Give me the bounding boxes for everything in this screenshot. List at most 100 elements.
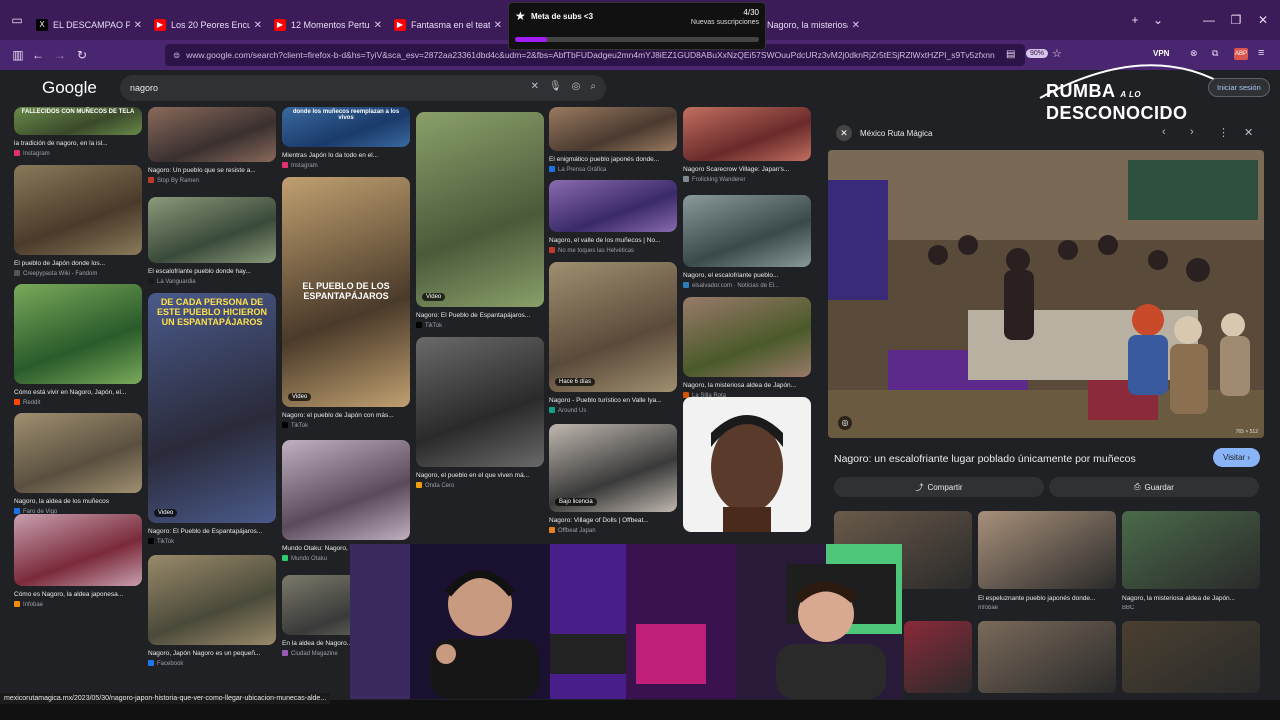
close-panel-icon[interactable]: ✕ — [1244, 126, 1253, 139]
result-title[interactable]: El pueblo de Japón donde los... — [14, 260, 142, 267]
image-result-card[interactable]: Hace 6 días Nagoro - Pueblo turístico en … — [549, 262, 677, 422]
back-icon[interactable]: ← — [28, 45, 48, 65]
image-result-card[interactable]: EL PUEBLO DE LOS ESPANTAPÁJAROS Video Nago… — [282, 177, 410, 437]
search-icon[interactable]: ⌕ — [590, 81, 596, 92]
clear-icon[interactable]: ✕ — [531, 81, 539, 92]
result-thumbnail[interactable] — [148, 107, 276, 162]
sidebar-icon[interactable]: ▥ — [8, 45, 28, 65]
image-result-card[interactable]: Cómo es Nagoro, la aldea japonesa... Info… — [14, 514, 142, 616]
google-logo[interactable]: Google — [42, 78, 97, 98]
forward-icon[interactable]: → — [50, 45, 70, 65]
result-thumbnail[interactable] — [683, 195, 811, 267]
image-result-card[interactable]: El pueblo de Japón donde los... Creepypas… — [14, 165, 142, 285]
image-result-card[interactable]: Nagoro: Un pueblo que se resiste a... Sto… — [148, 107, 276, 192]
search-box[interactable]: nagoro ✕ 🎙 ◎ ⌕ — [120, 75, 606, 101]
related-thumbnail[interactable] — [904, 621, 972, 693]
image-result-card[interactable]: Nagoro, la misteriosa aldea de Japón... L… — [683, 297, 811, 407]
tab-1[interactable]: ▶ Los 20 Peores Encuentros ✕ — [148, 10, 268, 40]
image-result-card[interactable]: Nagoro, el valle de los muñecos | No... N… — [549, 180, 677, 262]
search-query[interactable]: nagoro — [130, 83, 158, 93]
preview-source[interactable]: México Ruta Mágica — [860, 129, 932, 138]
close-tab-icon[interactable]: ✕ — [494, 20, 502, 31]
result-title[interactable]: Nagoro: el pueblo de Japón con más... — [282, 412, 410, 419]
result-title[interactable]: El enigmático pueblo japonés donde... — [549, 156, 677, 163]
related-image-card[interactable] — [1122, 621, 1260, 693]
sign-in-button[interactable]: Iniciar sesión — [1208, 78, 1270, 97]
image-result-card[interactable]: Nagoro, el escalofriante pueblo... elsalv… — [683, 195, 811, 297]
result-thumbnail[interactable] — [14, 413, 142, 493]
related-title[interactable]: Nagoro, la misteriosa aldea de Japón... — [1122, 595, 1260, 602]
image-result-card[interactable]: Bajo licencia Nagoro: Village of Dolls | … — [549, 424, 677, 542]
result-title[interactable]: Nagoro: Village of Dolls | Offbeat... — [549, 517, 677, 524]
image-result-card[interactable] — [683, 397, 811, 532]
lens-icon[interactable]: ◎ — [572, 81, 581, 92]
result-title[interactable]: Nagoro: El Pueblo de Espantapájaros... — [416, 312, 544, 319]
close-tab-icon[interactable]: ✕ — [852, 20, 860, 31]
image-result-card[interactable]: Nagoro Scarecrow Village: Japan's... Frol… — [683, 107, 811, 191]
tab-0[interactable]: X EL DESCAMPAO Podc ✕ — [30, 10, 148, 40]
reader-view-icon[interactable]: ▤ — [1006, 49, 1015, 60]
mic-icon[interactable]: 🎙 — [549, 81, 562, 92]
result-title[interactable]: Nagoro Scarecrow Village: Japan's... — [683, 166, 811, 173]
result-title[interactable]: Mientras Japón lo da todo en el... — [282, 152, 410, 159]
save-button[interactable]: ⎙ Guardar — [1049, 477, 1259, 497]
close-window-icon[interactable]: ✕ — [1250, 7, 1276, 33]
result-title[interactable]: Nagoro, la misteriosa aldea de Japón... — [683, 382, 811, 389]
image-result-card[interactable]: Nagoro, el pueblo en el que viven má... O… — [416, 337, 544, 497]
result-thumbnail[interactable] — [416, 337, 544, 467]
result-thumbnail[interactable] — [683, 107, 811, 161]
share-button[interactable]: ⤴ Compartir — [834, 477, 1044, 497]
lens-search-icon[interactable]: ◎ — [838, 416, 852, 430]
result-thumbnail[interactable] — [683, 297, 811, 377]
image-result-card[interactable]: donde los muñecos reemplazan a los vivos… — [282, 107, 410, 177]
maximize-icon[interactable]: ❐ — [1223, 7, 1249, 33]
preview-image[interactable]: ◎ 765 × 512 — [828, 150, 1264, 438]
result-title[interactable]: Nagoro, el valle de los muñecos | No... — [549, 237, 677, 244]
portrait-thumbnail[interactable] — [683, 397, 811, 532]
image-result-card[interactable]: El escalofriante pueblo donde hay... La V… — [148, 197, 276, 293]
result-title[interactable]: Cómo está vivir en Nagoro, Japón, el... — [14, 389, 142, 396]
result-thumbnail[interactable] — [148, 555, 276, 645]
minimize-icon[interactable]: — — [1196, 7, 1222, 33]
related-image-card[interactable] — [978, 621, 1116, 693]
image-result-card[interactable]: FALLECIDOS CON MUÑECOS DE TELA la tradici… — [14, 107, 142, 165]
image-result-card[interactable]: El enigmático pueblo japonés donde... La … — [549, 107, 677, 181]
related-title[interactable]: El espeluznante pueblo japonés donde... — [978, 595, 1116, 602]
related-thumbnail[interactable] — [978, 621, 1116, 693]
tab-list-chevron-icon[interactable]: ⌄ — [1145, 7, 1171, 33]
result-thumbnail[interactable] — [549, 180, 677, 232]
adblock-icon[interactable]: ABP — [1234, 48, 1248, 60]
visit-button[interactable]: Visitar › — [1213, 448, 1260, 467]
result-thumbnail[interactable] — [416, 112, 544, 307]
preview-title[interactable]: Nagoro: un escalofriante lugar poblado ú… — [834, 453, 1136, 465]
image-result-card[interactable]: Video Nagoro: El Pueblo de Espantapájaros… — [416, 112, 544, 337]
related-image-card[interactable]: Nagoro, la misteriosa aldea de Japón... B… — [1122, 511, 1260, 615]
related-image-card[interactable]: El espeluznante pueblo japonés donde... I… — [978, 511, 1116, 615]
site-info-icon[interactable]: ⊜ — [173, 50, 180, 61]
image-result-card[interactable]: Nagoro, Japón Nagoro es un pequeñ... Face… — [148, 555, 276, 675]
result-title[interactable]: Nagoro: Un pueblo que se resiste a... — [148, 167, 276, 174]
result-thumbnail[interactable] — [148, 197, 276, 263]
result-thumbnail[interactable] — [14, 514, 142, 586]
result-title[interactable]: la tradición de nagoro, en la isl... — [14, 140, 142, 147]
result-thumbnail[interactable] — [282, 440, 410, 540]
related-thumbnail[interactable] — [1122, 511, 1260, 589]
result-title[interactable]: Nagoro - Pueblo turístico en Valle Iya..… — [549, 397, 677, 404]
image-result-card[interactable]: DE CADA PERSONA DE ESTE PUEBLO HICIERON … — [148, 293, 276, 553]
result-thumbnail[interactable] — [14, 165, 142, 255]
tab-2[interactable]: ▶ 12 Momentos Perturbad ✕ — [268, 10, 388, 40]
related-image-card[interactable] — [904, 621, 972, 693]
related-thumbnail[interactable] — [978, 511, 1116, 589]
result-thumbnail[interactable] — [549, 262, 677, 392]
related-thumbnail[interactable] — [1122, 621, 1260, 693]
image-result-card[interactable]: Nagoro, la aldea de los muñecos Faro de V… — [14, 413, 142, 523]
result-title[interactable]: Nagoro: El Pueblo de Espantapájaros... — [148, 528, 276, 535]
result-title[interactable]: Nagoro, el escalofriante pueblo... — [683, 272, 811, 279]
close-tab-icon[interactable]: ✕ — [134, 20, 142, 31]
image-result-card[interactable]: Cómo está vivir en Nagoro, Japón, el... R… — [14, 284, 142, 414]
result-thumbnail[interactable] — [14, 284, 142, 384]
result-thumbnail[interactable] — [148, 293, 276, 523]
reload-icon[interactable]: ↻ — [72, 45, 92, 65]
result-title[interactable]: Cómo es Nagoro, la aldea japonesa... — [14, 591, 142, 598]
menu-icon[interactable]: ≡ — [1258, 47, 1264, 59]
